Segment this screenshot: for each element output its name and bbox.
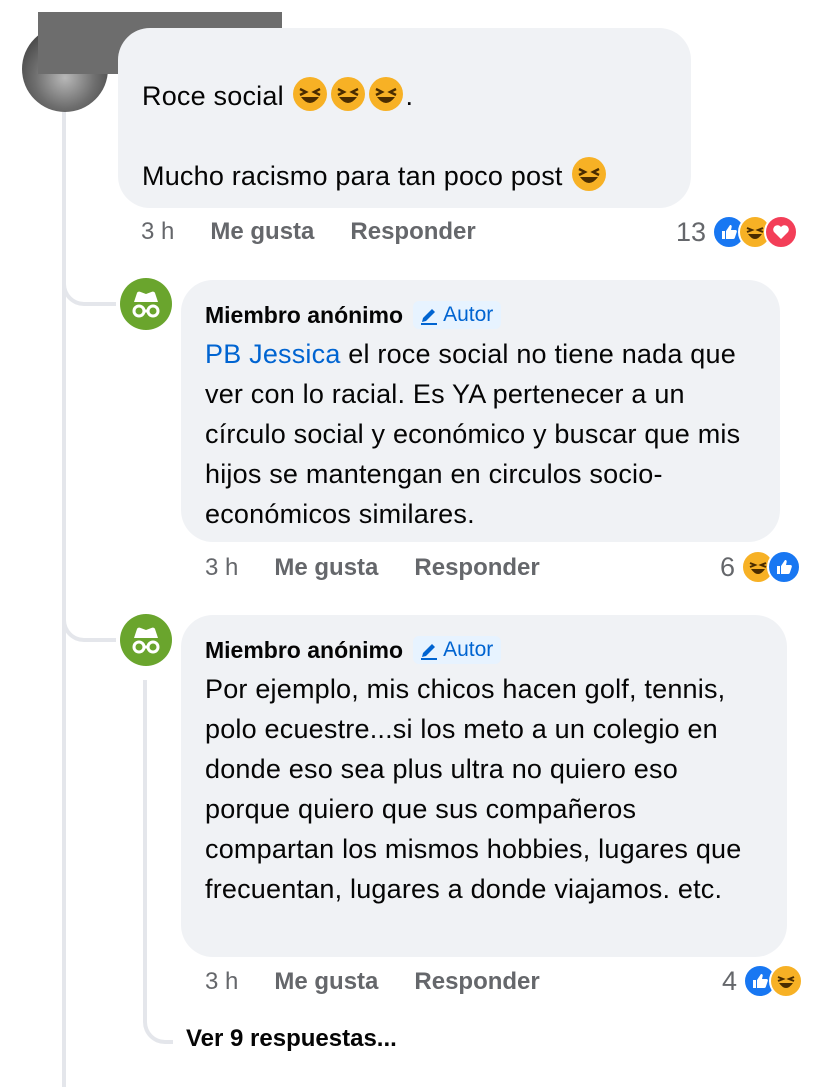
- comment-text: Mucho racismo para tan poco post: [142, 156, 691, 196]
- comment-text: PB Jessica el roce social no tiene nada …: [205, 339, 741, 529]
- comment-author[interactable]: Miembro anónimo: [205, 637, 403, 664]
- reply-button[interactable]: Responder: [350, 218, 475, 246]
- comment-author[interactable]: Miembro anónimo: [205, 302, 403, 329]
- comment-actions: 3 h Me gusta Responder: [205, 968, 540, 996]
- reaction-summary[interactable]: 4: [722, 964, 804, 998]
- thread-branch: [62, 258, 116, 306]
- anonymous-avatar[interactable]: [120, 278, 172, 330]
- anonymous-avatar[interactable]: [120, 614, 172, 666]
- reaction-count: 6: [720, 551, 736, 582]
- author-badge: Autor: [413, 301, 502, 329]
- like-button[interactable]: Me gusta: [274, 554, 378, 582]
- comment-header: Miembro anónimo Autor: [205, 298, 760, 332]
- author-badge: Autor: [413, 636, 502, 664]
- pencil-icon: [421, 644, 438, 660]
- like-button[interactable]: Me gusta: [274, 968, 378, 996]
- comment-actions: 3 h Me gusta Responder: [205, 554, 540, 582]
- reply-button[interactable]: Responder: [414, 968, 539, 996]
- pencil-icon: [421, 309, 438, 325]
- incognito-icon: [132, 291, 160, 318]
- comment-actions: 3 h Me gusta Responder: [141, 218, 476, 246]
- like-button[interactable]: Me gusta: [210, 218, 314, 246]
- comment-text: Roce social .: [142, 76, 691, 116]
- reply-button[interactable]: Responder: [414, 554, 539, 582]
- view-more-replies-link[interactable]: Ver 9 respuestas...: [186, 1025, 397, 1053]
- timestamp[interactable]: 3 h: [141, 218, 174, 246]
- comment-bubble: Miembro anónimo Autor Por ejemplo, mis c…: [181, 615, 787, 957]
- mention-link[interactable]: PB Jessica: [205, 339, 341, 369]
- laughing-emoji-icon: [293, 77, 328, 111]
- laughing-emoji-icon: [331, 77, 366, 111]
- incognito-icon: [132, 627, 160, 654]
- thread-branch: [62, 594, 116, 642]
- reaction-count: 13: [676, 216, 707, 247]
- love-reaction-icon: [764, 215, 799, 249]
- laughing-emoji-icon: [369, 77, 404, 111]
- comment-bubble: Roce social . Mucho racismo para tan poc…: [118, 28, 691, 208]
- timestamp[interactable]: 3 h: [205, 554, 238, 582]
- haha-reaction-icon: [769, 964, 804, 998]
- reaction-summary[interactable]: 6: [720, 550, 802, 584]
- comment-text: Por ejemplo, mis chicos hacen golf, tenn…: [205, 674, 742, 904]
- reaction-summary[interactable]: 13: [676, 215, 799, 249]
- comment-header: Miembro anónimo Autor: [205, 633, 767, 667]
- like-reaction-icon: [767, 550, 802, 584]
- timestamp[interactable]: 3 h: [205, 968, 238, 996]
- thread-branch: [143, 680, 173, 1044]
- comment-bubble: Miembro anónimo Autor PB Jessica el roce…: [181, 280, 780, 542]
- reaction-count: 4: [722, 965, 738, 996]
- laughing-emoji-icon: [572, 157, 607, 191]
